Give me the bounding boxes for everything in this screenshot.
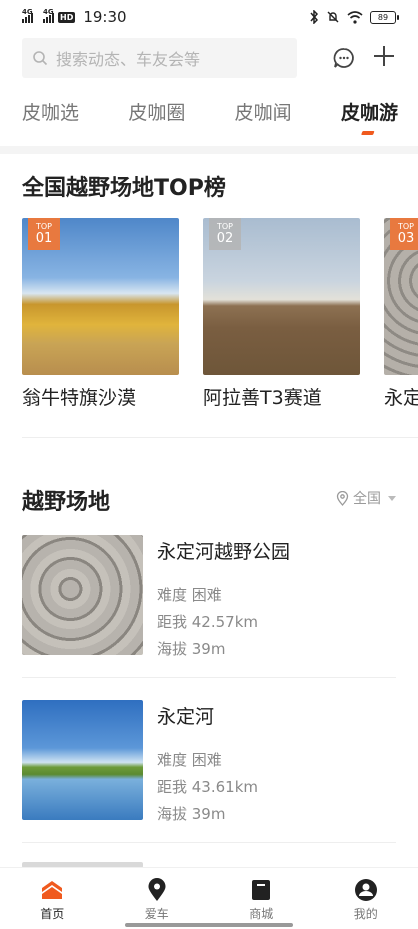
- region-filter[interactable]: 全国: [336, 488, 396, 508]
- location-icon: [336, 490, 349, 506]
- rank-number: 03: [397, 231, 415, 246]
- location-pin-icon: [148, 878, 166, 901]
- rank-badge-label: TOP: [397, 222, 414, 231]
- tab-pika-circle[interactable]: 皮咖圈: [128, 98, 185, 139]
- nav-shop[interactable]: 商城: [209, 868, 314, 929]
- site-name: 永定河: [157, 706, 215, 728]
- home-icon: [42, 881, 63, 899]
- status-time: 19:30: [83, 8, 127, 26]
- rank-number: 02: [216, 231, 234, 246]
- nav-profile-label: 我的: [353, 907, 378, 921]
- bluetooth-icon: [310, 10, 319, 24]
- site-name: 永定河越野公园: [157, 541, 291, 563]
- rank-badge: TOP 01: [28, 218, 60, 250]
- hd-voice-icon: HD: [58, 11, 76, 23]
- tab-pika-select[interactable]: 皮咖选: [22, 98, 79, 139]
- signal-icon: 4G: [22, 8, 33, 23]
- top-ranking-card[interactable]: TOP 03 永定河越野公园: [384, 218, 418, 410]
- divider: [22, 437, 418, 438]
- tab-pika-news[interactable]: 皮咖闻: [235, 98, 292, 139]
- site-distance: 距我 43.61km: [157, 778, 259, 796]
- top-ranking-card[interactable]: TOP 02 阿拉善T3赛道: [203, 218, 360, 410]
- top-ranking-title: 全国越野场地TOP榜: [22, 176, 226, 201]
- rank-badge-label: TOP: [35, 222, 52, 231]
- rank-number: 01: [35, 231, 53, 246]
- divider: [22, 677, 396, 678]
- search-icon: [33, 51, 48, 66]
- status-bar: 4G 4G HD 19:30 89: [0, 0, 418, 34]
- site-name: 阿拉善T3赛道: [203, 387, 322, 409]
- region-filter-label: 全国: [353, 491, 381, 507]
- top-ranking-card[interactable]: TOP 01 翁牛特旗沙漠: [22, 218, 179, 410]
- search-placeholder: 搜索动态、车友会等: [56, 50, 201, 69]
- network-label: 4G: [43, 8, 54, 16]
- network-label: 4G: [22, 8, 33, 16]
- divider: [22, 842, 396, 843]
- profile-icon: [354, 879, 377, 901]
- site-photo: TOP 03: [384, 218, 418, 375]
- site-name: 翁牛特旗沙漠: [22, 387, 137, 409]
- rank-badge-label: TOP: [216, 222, 233, 231]
- search-row: 搜索动态、车友会等: [22, 38, 396, 78]
- search-input[interactable]: 搜索动态、车友会等: [22, 38, 297, 78]
- nav-car[interactable]: 爱车: [105, 868, 210, 929]
- nav-profile[interactable]: 我的: [314, 868, 418, 929]
- site-photo: [22, 700, 143, 820]
- tab-pika-travel[interactable]: 皮咖游: [341, 98, 398, 139]
- add-icon[interactable]: [372, 44, 396, 68]
- rank-badge: TOP 03: [390, 218, 418, 250]
- site-list-item[interactable]: 永定河越野公园 难度 困难 距我 42.57km 海拔 39m: [22, 535, 396, 658]
- top-tabs: 皮咖选 皮咖圈 皮咖闻 皮咖游: [22, 98, 398, 139]
- site-name: 永定河越野公园: [384, 387, 418, 409]
- site-distance: 距我 42.57km: [157, 613, 259, 631]
- shop-icon: [252, 880, 271, 900]
- nav-home-label: 首页: [40, 907, 65, 921]
- sites-section-title: 越野场地: [22, 490, 111, 515]
- site-photo: TOP 01: [22, 218, 179, 375]
- nav-home[interactable]: 首页: [0, 868, 105, 929]
- top-ranking-list: TOP 01 翁牛特旗沙漠 TOP 02 阿拉善T3赛道 TOP 03 永定河越…: [22, 218, 418, 410]
- signal-icon: 4G: [43, 8, 54, 23]
- home-indicator: [125, 923, 293, 927]
- mute-icon: [327, 11, 339, 23]
- site-difficulty: 难度 困难: [157, 586, 222, 604]
- site-photo: [22, 535, 143, 655]
- message-icon[interactable]: [332, 46, 356, 70]
- chevron-down-icon: [388, 495, 396, 501]
- section-divider: [0, 146, 418, 154]
- nav-car-label: 爱车: [144, 907, 169, 921]
- rank-badge: TOP 02: [209, 218, 241, 250]
- wifi-icon: [347, 10, 363, 24]
- nav-shop-label: 商城: [249, 907, 274, 921]
- site-altitude: 海拔 39m: [157, 640, 226, 658]
- site-photo: TOP 02: [203, 218, 360, 375]
- site-difficulty: 难度 困难: [157, 751, 222, 769]
- site-list-item[interactable]: 永定河 难度 困难 距我 43.61km 海拔 39m: [22, 700, 396, 823]
- battery-icon: 89: [370, 10, 399, 24]
- site-altitude: 海拔 39m: [157, 805, 226, 823]
- bottom-nav: 首页 爱车 商城 我的: [0, 867, 418, 929]
